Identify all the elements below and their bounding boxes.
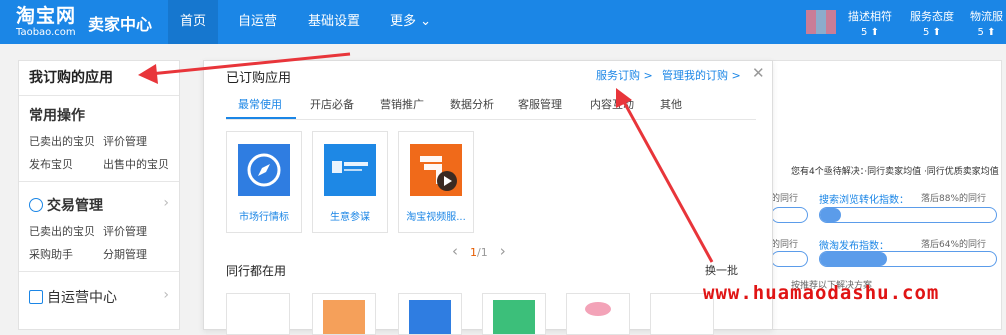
watermark-text: www.huamaodashu.com (703, 282, 940, 304)
annotation-arrow-left (149, 52, 351, 76)
annotation-arrows (138, 52, 714, 263)
annotation-arrow-up (622, 101, 714, 263)
arrow-head-icon (138, 64, 158, 84)
